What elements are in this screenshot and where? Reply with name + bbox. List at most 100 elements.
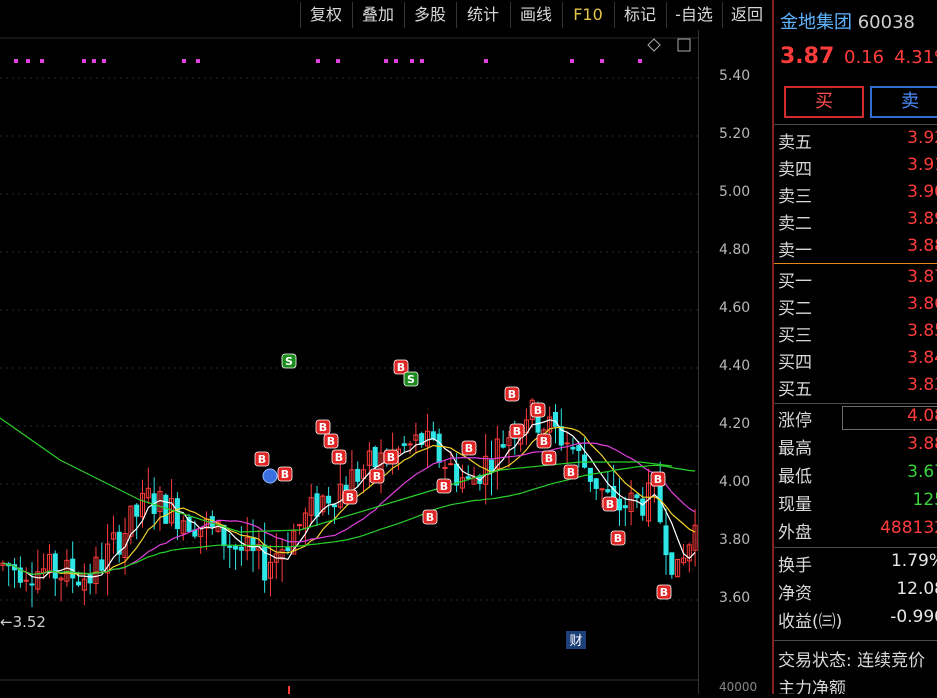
bid-price: 3.87 [907,267,937,287]
stat-value: 4.08 [907,406,937,426]
candle-body [488,459,495,473]
candle-body [29,583,35,586]
y-tick-label: 4.20 [719,416,751,432]
price-axis: 5.40 5.20 5.00 4.80 4.60 4.40 4.20 4.00 … [698,30,773,694]
signal-marker-label: B [281,468,289,481]
toolbar-f10-button[interactable]: F10 [562,2,613,28]
stat-row: 收益(㈢) -0.990 [774,607,937,633]
signal-dot [102,59,106,63]
bid-row[interactable]: 买一 3.87 [774,267,937,293]
ask-row[interactable]: 卖四 3.91 [774,155,937,181]
ask-row[interactable]: 卖五 3.92 [774,128,937,154]
candle-body [87,573,93,584]
main-flow-row[interactable]: 主力净额 [774,674,937,694]
stat-label: 现量 [778,495,812,515]
ma20-line [2,442,696,575]
ask-label: 卖一 [778,241,812,261]
stat-row: 净资 12.08 [774,579,937,605]
signal-dot [316,59,320,63]
signal-marker-label: S [407,373,415,386]
candle-body [593,478,599,489]
stat-value: 125 [912,490,937,510]
stat-label: 涨停 [778,411,812,431]
bid-label: 买四 [778,353,812,373]
candle-body [70,558,76,579]
signal-marker-label: B [373,470,381,483]
candle-body [52,553,58,579]
candle-body [250,537,256,552]
stat-row: 外盘 488132 [774,518,937,544]
bid-price: 3.84 [907,348,937,368]
candle-body [634,494,640,499]
buy-button[interactable]: 买 [784,86,864,118]
toolbar-fuquan-button[interactable]: 复权 [300,2,351,28]
user-marker-dot [262,468,278,484]
bid-row[interactable]: 买二 3.86 [774,294,937,320]
toolbar-mark-button[interactable]: 标记 [614,2,665,28]
signal-dot [182,59,186,63]
stat-value: 3.67 [907,462,937,482]
stat-label: 换手 [778,556,812,576]
ask-row[interactable]: 卖一 3.88 [774,236,937,262]
candle-body [576,445,582,451]
signal-marker-label: S [285,355,293,368]
candle-body [582,454,588,468]
candle-body [570,446,576,450]
candle-body [616,498,623,511]
signal-marker-label: B [654,473,662,486]
signal-dot [384,59,388,63]
candle-body [605,489,611,493]
divider [774,547,937,548]
toolbar-back-button[interactable]: 返回 [722,2,771,28]
quote-panel: 金地集团 60038 3.87 0.16 4.31% 买 卖 卖五 3.92 卖四 3… [772,0,937,694]
signal-marker-label: B [426,511,434,524]
stat-label: 收益(㈢) [778,612,843,632]
signal-marker-label: B [545,452,553,465]
stat-value: 3.88 [907,434,937,454]
signal-marker-label: B [258,453,266,466]
signal-dot [92,59,96,63]
signal-marker-label: B [387,451,395,464]
main-flow-label: 主力净额 [778,679,846,694]
current-price: 3.87 [780,44,835,69]
bid-row[interactable]: 买五 3.83 [774,375,937,401]
candle-body [430,431,436,440]
signal-marker-label: B [567,466,575,479]
ask-row[interactable]: 卖三 3.90 [774,182,937,208]
stat-row: 换手 1.79% [774,551,937,577]
change-percent: 4.31% [894,47,937,68]
divider [774,403,937,404]
toolbar-overlay-button[interactable]: 叠加 [352,2,403,28]
bid-price: 3.85 [907,321,937,341]
candle-body [372,446,378,468]
signal-marker-label: B [508,388,516,401]
toolbar-remove-watchlist-button[interactable]: -自选 [666,2,721,28]
bid-row[interactable]: 买三 3.85 [774,321,937,347]
signal-marker-label: B [614,532,622,545]
diamond-icon [647,38,661,52]
toolbar-statistics-button[interactable]: 统计 [456,2,509,28]
stock-name: 金地集团 [780,12,852,33]
chart-toolbar: 复权 叠加 多股 统计 画线 F10 标记 -自选 返回 [0,0,772,30]
signal-marker-label: B [540,435,548,448]
signal-dot [26,59,30,63]
bid-row[interactable]: 买四 3.84 [774,348,937,374]
candle-body [442,466,448,469]
candle-body [448,463,454,466]
ask-row[interactable]: 卖二 3.89 [774,209,937,235]
volume-tick-label: 40000 [719,680,758,694]
divider [774,124,937,125]
stat-value: -0.990 [890,607,937,627]
finance-badge-label: 财 [569,634,582,649]
signal-dot [196,59,200,63]
signal-marker-label: B [335,451,343,464]
candle-body [599,488,605,491]
bid-price: 3.86 [907,294,937,314]
toolbar-multi-stock-button[interactable]: 多股 [404,2,455,28]
candlestick-chart[interactable]: B B B B B B B B B B B B B B B B B B B B B B S S ←3.52 财 [0,30,698,694]
signal-marker-label: B [319,421,327,434]
candle-body [285,547,291,552]
toolbar-draw-line-button[interactable]: 画线 [510,2,561,28]
sell-button[interactable]: 卖 [870,86,937,118]
signal-marker-label: B [660,586,668,599]
